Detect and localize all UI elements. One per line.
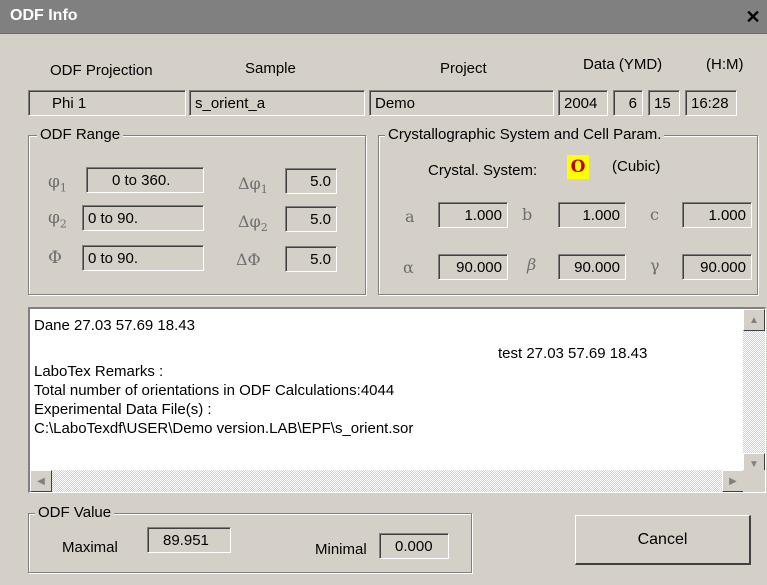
remarks-line-1: Dane 27.03 57.69 18.43: [34, 317, 195, 334]
phi1-range-value: 0 to 360.: [112, 171, 171, 189]
remarks-line-1-right: test 27.03 57.69 18.43: [498, 345, 648, 362]
crystal-group-title: Crystallographic System and Cell Param.: [385, 126, 665, 143]
cell-b-label: b: [522, 205, 533, 224]
window-title: ODF Info: [10, 7, 78, 24]
scroll-left-icon[interactable]: ◀: [30, 470, 52, 492]
minimal-label: Minimal: [315, 541, 367, 558]
gamma-label: γ: [650, 256, 660, 275]
remarks-textarea[interactable]: Dane 27.03 57.69 18.43 test 27.03 57.69 …: [28, 307, 766, 493]
remarks-line-5: C:\LaboTexdf\USER\Demo version.LAB\EPF\s…: [34, 420, 414, 437]
scroll-corner: [743, 470, 765, 492]
phi1-range-field[interactable]: 0 to 360.: [86, 167, 204, 193]
alpha-field[interactable]: 90.000: [438, 254, 508, 280]
phi2-symbol: φ2: [48, 208, 67, 231]
delta-phi2-symbol: Δφ2: [238, 212, 268, 235]
remarks-line-3: Total number of orientations in ODF Calc…: [34, 382, 395, 399]
delta-big-phi-field[interactable]: 5.0: [285, 246, 337, 272]
day-field[interactable]: 15: [648, 90, 680, 116]
close-icon[interactable]: ✕: [742, 6, 764, 28]
month-field[interactable]: 6: [613, 90, 643, 116]
scroll-right-icon[interactable]: ▶: [722, 470, 744, 492]
project-label: Project: [440, 60, 487, 77]
sample-field[interactable]: s_orient_a: [189, 90, 365, 116]
cell-c-label: c: [650, 205, 659, 224]
phi1-symbol: φ1: [48, 172, 67, 195]
minimal-field[interactable]: 0.000: [379, 533, 449, 559]
delta-big-phi-symbol: ΔΦ: [236, 250, 261, 269]
cancel-button[interactable]: Cancel: [575, 515, 751, 565]
odf-range-title: ODF Range: [37, 126, 124, 143]
title-bar[interactable]: ODF Info ✕: [0, 0, 767, 34]
odf-value-title: ODF Value: [35, 504, 115, 521]
beta-label: β: [527, 255, 537, 274]
cell-a-field[interactable]: 1.000: [438, 202, 508, 228]
horizontal-scrollbar[interactable]: ◀ ▶: [30, 470, 744, 492]
delta-phi2-field[interactable]: 5.0: [285, 206, 337, 232]
odf-info-dialog: ODF Info ✕ ODF Projection Sample Project…: [0, 0, 767, 585]
crystal-system-code: O: [567, 155, 589, 179]
big-phi-symbol: Φ: [48, 248, 62, 268]
odf-projection-field[interactable]: Phi 1: [28, 90, 186, 116]
time-label: (H:M): [706, 56, 744, 73]
beta-field[interactable]: 90.000: [558, 254, 626, 280]
time-field[interactable]: 16:28: [685, 90, 737, 116]
minimal-value: 0.000: [395, 537, 433, 555]
gamma-field[interactable]: 90.000: [682, 254, 752, 280]
crystal-system-label: Crystal. System:: [428, 162, 538, 179]
year-field[interactable]: 2004: [558, 90, 608, 116]
big-phi-range-field[interactable]: 0 to 90.: [82, 245, 204, 271]
sample-label: Sample: [245, 60, 296, 77]
date-label: Data (YMD): [583, 56, 663, 73]
delta-phi1-field[interactable]: 5.0: [285, 168, 337, 194]
odf-projection-label: ODF Projection: [50, 62, 153, 79]
remarks-line-2: LaboTex Remarks :: [34, 363, 164, 380]
alpha-label: α: [403, 258, 414, 277]
maximal-field[interactable]: 89.951: [147, 527, 231, 553]
delta-phi1-symbol: Δφ1: [238, 174, 268, 197]
maximal-label: Maximal: [62, 539, 118, 556]
odf-projection-value: Phi 1: [52, 94, 87, 112]
cell-c-field[interactable]: 1.000: [682, 202, 752, 228]
vertical-scrollbar[interactable]: ▲ ▼: [743, 309, 765, 475]
project-field[interactable]: Demo: [369, 90, 554, 116]
cell-b-field[interactable]: 1.000: [558, 202, 626, 228]
scroll-up-icon[interactable]: ▲: [743, 309, 765, 331]
phi2-range-field[interactable]: 0 to 90.: [82, 205, 204, 231]
cell-a-label: a: [405, 207, 415, 226]
crystal-system-name: (Cubic): [612, 158, 661, 175]
maximal-value: 89.951: [163, 531, 209, 549]
remarks-line-4: Experimental Data File(s) :: [34, 401, 212, 418]
